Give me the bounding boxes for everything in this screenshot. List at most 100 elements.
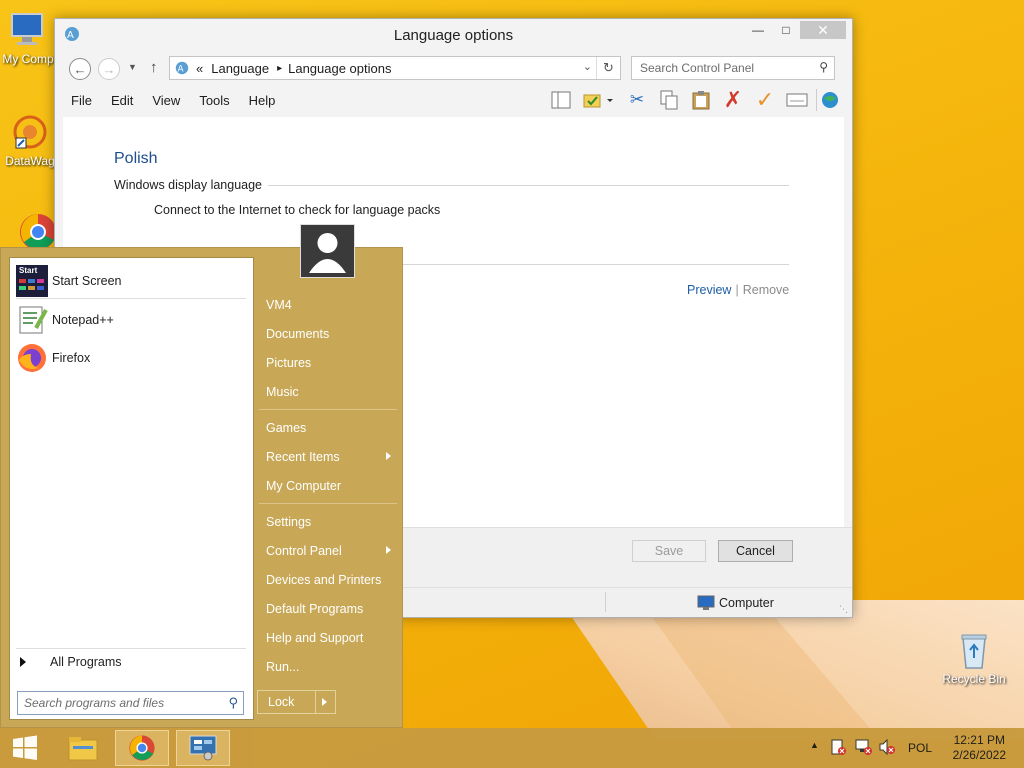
recent-items-label: Recent Items bbox=[266, 450, 340, 464]
back-arrow-icon: ← bbox=[73, 61, 87, 77]
maximize-button[interactable]: □ bbox=[772, 21, 800, 39]
close-button[interactable]: ✕ bbox=[800, 21, 846, 39]
address-dropdown-icon[interactable]: ⌄ bbox=[583, 60, 592, 73]
cancel-button[interactable]: Cancel bbox=[718, 540, 793, 562]
breadcrumb-overflow[interactable]: « bbox=[196, 61, 203, 76]
delete-button[interactable]: ✗ bbox=[720, 87, 746, 112]
remove-link[interactable]: Remove bbox=[743, 283, 790, 297]
properties-button[interactable] bbox=[784, 89, 810, 111]
delete-x-icon: ✗ bbox=[723, 87, 743, 112]
cut-button[interactable]: ✂ bbox=[624, 89, 650, 111]
lock-options-arrow-icon[interactable] bbox=[322, 698, 327, 706]
start-menu-programs-pane: Start Start Screen Notepad++ Firefox All… bbox=[9, 257, 254, 720]
submenu-arrow-icon bbox=[386, 452, 391, 460]
pinned-notepadpp[interactable]: Notepad++ bbox=[16, 304, 114, 336]
refresh-icon[interactable]: ↻ bbox=[596, 57, 620, 79]
start-item-control-panel[interactable]: Control Panel bbox=[266, 544, 396, 558]
status-computer-label: Computer bbox=[719, 596, 774, 610]
start-item-music[interactable]: Music bbox=[266, 385, 299, 399]
layout-pane-icon bbox=[551, 91, 571, 109]
link-separator: | bbox=[735, 283, 739, 297]
start-item-help-support[interactable]: Help and Support bbox=[266, 631, 363, 645]
start-button[interactable] bbox=[0, 730, 50, 766]
taskbar-file-explorer[interactable] bbox=[56, 730, 110, 766]
close-icon: ✕ bbox=[817, 21, 829, 38]
control-panel-icon bbox=[189, 735, 217, 761]
start-item-games[interactable]: Games bbox=[266, 421, 306, 435]
chrome-icon bbox=[129, 735, 155, 761]
copy-button[interactable] bbox=[656, 89, 682, 111]
input-language-indicator[interactable]: POL bbox=[908, 741, 932, 755]
start-item-settings[interactable]: Settings bbox=[266, 515, 311, 529]
menu-view[interactable]: View bbox=[152, 93, 180, 108]
menu-bar: File Edit View Tools Help ✂ ✗ ✓ bbox=[55, 85, 852, 115]
clock[interactable]: 12:21 PM 2/26/2022 bbox=[953, 733, 1006, 763]
taskbar-chrome[interactable] bbox=[115, 730, 169, 766]
start-screen-icon: Start bbox=[16, 265, 48, 297]
search-control-panel-input[interactable]: Search Control Panel ⚲ bbox=[631, 56, 835, 80]
menu-file[interactable]: File bbox=[71, 93, 92, 108]
status-computer: Computer bbox=[697, 595, 774, 611]
folder-options-button[interactable] bbox=[580, 89, 618, 111]
chevron-up-icon: ▲ bbox=[810, 740, 819, 750]
menu-tools[interactable]: Tools bbox=[199, 93, 229, 108]
start-item-devices-printers[interactable]: Devices and Printers bbox=[266, 573, 381, 587]
start-screen-icon-text: Start bbox=[19, 266, 38, 275]
volume-muted-icon[interactable] bbox=[878, 738, 896, 759]
menu-edit[interactable]: Edit bbox=[111, 93, 133, 108]
control-panel-label: Control Panel bbox=[266, 544, 342, 558]
forward-button[interactable]: → bbox=[98, 58, 120, 80]
start-item-run[interactable]: Run... bbox=[266, 660, 299, 674]
all-programs-button[interactable]: All Programs bbox=[20, 655, 122, 669]
title-bar[interactable]: A Language options — □ ✕ bbox=[55, 19, 852, 51]
up-button[interactable]: ↑ bbox=[150, 59, 158, 76]
clock-time: 12:21 PM bbox=[953, 733, 1005, 747]
pinned-label: Firefox bbox=[52, 351, 91, 365]
checkmark-icon: ✓ bbox=[755, 87, 775, 112]
start-item-pictures[interactable]: Pictures bbox=[266, 356, 311, 370]
minimize-button[interactable]: — bbox=[744, 21, 772, 39]
start-item-recent-items[interactable]: Recent Items bbox=[266, 450, 396, 464]
user-avatar[interactable] bbox=[300, 224, 355, 278]
window-title: Language options bbox=[393, 27, 514, 44]
paste-button[interactable] bbox=[688, 89, 714, 111]
recycle-bin-icon bbox=[954, 630, 994, 670]
start-item-vm4[interactable]: VM4 bbox=[266, 298, 292, 312]
taskbar-control-panel[interactable] bbox=[176, 730, 230, 766]
resize-grip-icon[interactable]: ⋱ bbox=[839, 604, 848, 615]
apply-button[interactable]: ✓ bbox=[752, 87, 778, 112]
network-icon[interactable] bbox=[854, 738, 872, 759]
show-hidden-icons-button[interactable]: ▲ bbox=[810, 740, 819, 750]
datawagon-icon bbox=[10, 112, 50, 152]
start-search-input[interactable]: Search programs and files ⚲ bbox=[17, 691, 244, 715]
layout-pane-button[interactable] bbox=[548, 89, 574, 111]
web-button[interactable] bbox=[816, 89, 842, 111]
breadcrumb-language-options[interactable]: Language options bbox=[288, 61, 391, 76]
pinned-start-screen[interactable]: Start Start Screen bbox=[16, 265, 121, 297]
breadcrumb-language[interactable]: Language bbox=[211, 61, 269, 76]
computer-icon bbox=[8, 10, 48, 50]
preview-link[interactable]: Preview bbox=[687, 283, 731, 297]
address-bar[interactable]: A « Language ▸ Language options ⌄ ↻ bbox=[169, 56, 621, 80]
submenu-arrow-icon bbox=[386, 546, 391, 554]
section-divider-2 bbox=[403, 264, 789, 265]
desktop-icon-recycle-bin[interactable]: Recycle Bin bbox=[938, 630, 1010, 686]
start-item-default-programs[interactable]: Default Programs bbox=[266, 602, 363, 616]
expand-arrow-icon bbox=[20, 657, 26, 667]
lock-button[interactable]: Lock bbox=[257, 690, 336, 714]
back-button[interactable]: ← bbox=[69, 58, 91, 80]
menu-help[interactable]: Help bbox=[249, 93, 276, 108]
action-center-icon[interactable] bbox=[830, 738, 846, 759]
start-item-my-computer[interactable]: My Computer bbox=[266, 479, 341, 493]
chevron-down-icon: ▼ bbox=[128, 62, 137, 72]
status-divider bbox=[605, 592, 606, 612]
search-icon: ⚲ bbox=[819, 60, 828, 74]
recent-pages-button[interactable]: ▼ bbox=[128, 62, 137, 72]
language-title: Polish bbox=[114, 150, 158, 167]
save-button[interactable]: Save bbox=[632, 540, 706, 562]
pinned-firefox[interactable]: Firefox bbox=[16, 342, 90, 374]
start-item-documents[interactable]: Documents bbox=[266, 327, 329, 341]
all-programs-label: All Programs bbox=[50, 655, 122, 669]
places-separator bbox=[259, 503, 397, 504]
all-programs-separator bbox=[16, 648, 246, 649]
